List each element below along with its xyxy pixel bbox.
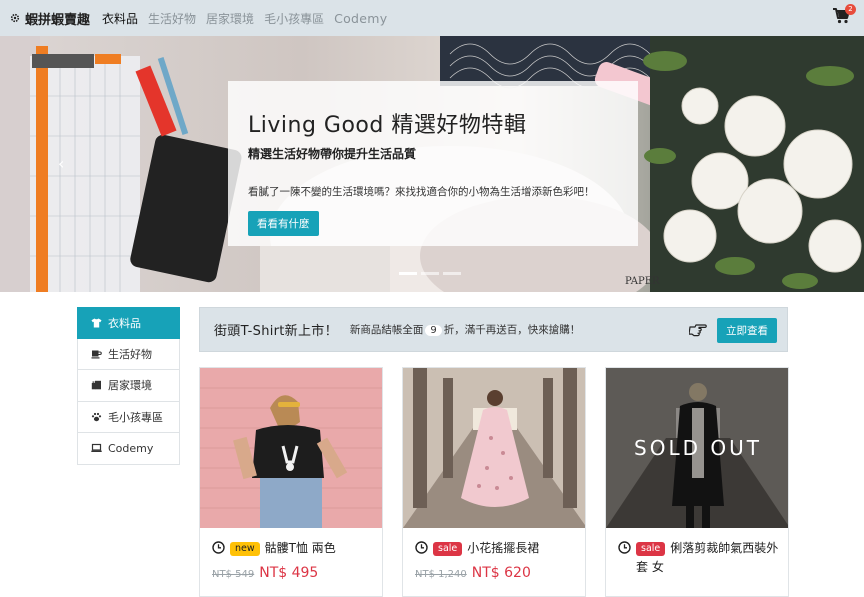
sale-price: NT$ 495	[259, 565, 319, 581]
price-row: NT$ 549 NT$ 495	[212, 565, 377, 581]
hero-subtitle: 精選生活好物帶你提升生活品質	[248, 147, 417, 161]
new-badge: new	[230, 542, 260, 556]
nav-item-home[interactable]: 居家環境	[206, 10, 254, 27]
coffee-icon	[91, 350, 102, 359]
clock-icon	[212, 541, 225, 554]
product-image	[403, 368, 585, 528]
product-name-row: new 骷髏T恤 兩色	[212, 539, 377, 558]
sidebar-item-lifestyle[interactable]: 生活好物	[77, 338, 180, 370]
product-name-row: sale 小花搖擺長裙	[415, 539, 580, 558]
carousel-indicator-1[interactable]	[399, 272, 417, 275]
promo-title: 街頭T-Shirt新上市！	[214, 324, 338, 339]
laptop-icon	[91, 444, 102, 453]
product-body: sale 小花搖擺長裙 NT$ 1,240 NT$ 620	[415, 539, 580, 581]
sale-badge: sale	[636, 542, 666, 556]
carousel-indicators	[399, 272, 461, 275]
category-sidebar: 衣料品 生活好物 居家環境 毛小孩專區 Codemy	[77, 307, 180, 465]
pointing-hand-icon	[689, 324, 707, 337]
product-card[interactable]: sale 小花搖擺長裙 NT$ 1,240 NT$ 620	[402, 367, 586, 597]
svg-text:PAPER: PAPER	[625, 276, 660, 287]
original-price: NT$ 1,240	[415, 569, 467, 580]
product-name: 骷髏T恤 兩色	[264, 541, 336, 555]
nav-item-pets[interactable]: 毛小孩專區	[264, 10, 324, 27]
sidebar-item-label: 居家環境	[108, 379, 152, 393]
nav-item-codemy[interactable]: Codemy	[334, 11, 387, 26]
promo-discount-badge: 9	[425, 325, 442, 336]
product-card[interactable]: new 骷髏T恤 兩色 NT$ 549 NT$ 495	[199, 367, 383, 597]
clock-icon	[618, 541, 631, 554]
promo-view-button[interactable]: 立即查看	[717, 318, 777, 343]
hero-title: Living Good 精選好物特輯	[248, 113, 527, 138]
price-row: NT$ 1,240 NT$ 620	[415, 565, 580, 581]
shirt-icon	[91, 318, 102, 328]
promo-text: 新商品結帳全面 9 折，滿千再送百，快來搶購！	[350, 322, 580, 337]
gear-icon	[10, 13, 20, 23]
carousel-prev-button[interactable]: ‹	[58, 154, 64, 173]
sale-price: NT$ 620	[471, 565, 531, 581]
hero-cta-button[interactable]: 看看有什麼	[248, 211, 319, 236]
sold-out-overlay: SOLD OUT	[606, 368, 788, 528]
sidebar-item-home[interactable]: 居家環境	[77, 370, 180, 402]
promo-banner: 街頭T-Shirt新上市！ 新商品結帳全面 9 折，滿千再送百，快來搶購！ 立即查看	[199, 307, 788, 352]
nav-item-clothing[interactable]: 衣料品	[102, 10, 138, 27]
product-name: 小花搖擺長裙	[467, 541, 540, 555]
cart-button[interactable]: 2	[832, 4, 856, 27]
cart-count-badge: 2	[845, 4, 856, 15]
product-name-row: sale 俐落剪裁帥氣西裝外套 女	[618, 539, 783, 577]
hero-description: 看膩了一陳不變的生活環境嗎？來找找適合你的小物為生活增添新色彩吧！	[248, 186, 595, 198]
paw-icon	[91, 412, 102, 421]
sidebar-item-label: 衣料品	[108, 316, 141, 330]
sidebar-item-label: Codemy	[108, 441, 154, 455]
sidebar-item-label: 生活好物	[108, 347, 152, 361]
sidebar-item-clothing[interactable]: 衣料品	[77, 307, 180, 339]
carousel-indicator-3[interactable]	[443, 272, 461, 275]
original-price: NT$ 549	[212, 569, 255, 580]
sidebar-item-pets[interactable]: 毛小孩專區	[77, 401, 180, 433]
couch-icon	[91, 381, 101, 390]
product-card[interactable]: SOLD OUT sale 俐落剪裁帥氣西裝外套 女	[605, 367, 789, 597]
product-body: sale 俐落剪裁帥氣西裝外套 女	[618, 539, 783, 577]
brand[interactable]: 蝦拼蝦賣趣	[10, 9, 90, 28]
brand-label: 蝦拼蝦賣趣	[25, 12, 91, 28]
navbar: 蝦拼蝦賣趣 衣料品 生活好物 居家環境 毛小孩專區 Codemy 2	[0, 0, 864, 36]
promo-text-after: 折，滿千再送百，快來搶購！	[443, 324, 581, 336]
sale-badge: sale	[433, 542, 463, 556]
clock-icon	[415, 541, 428, 554]
product-body: new 骷髏T恤 兩色 NT$ 549 NT$ 495	[212, 539, 377, 581]
carousel-indicator-2[interactable]	[421, 272, 439, 275]
nav-item-lifestyle[interactable]: 生活好物	[148, 10, 196, 27]
sidebar-item-label: 毛小孩專區	[108, 410, 163, 424]
hero-caption-card: Living Good 精選好物特輯 精選生活好物帶你提升生活品質 看膩了一陳不…	[228, 81, 638, 246]
hero-carousel: PAPER ‹ Living Good 精選好物特輯 精選生活好物帶你提升生活品…	[0, 36, 864, 292]
sidebar-item-codemy[interactable]: Codemy	[77, 433, 180, 465]
promo-text-before: 新商品結帳全面	[349, 324, 424, 336]
product-image	[200, 368, 382, 528]
